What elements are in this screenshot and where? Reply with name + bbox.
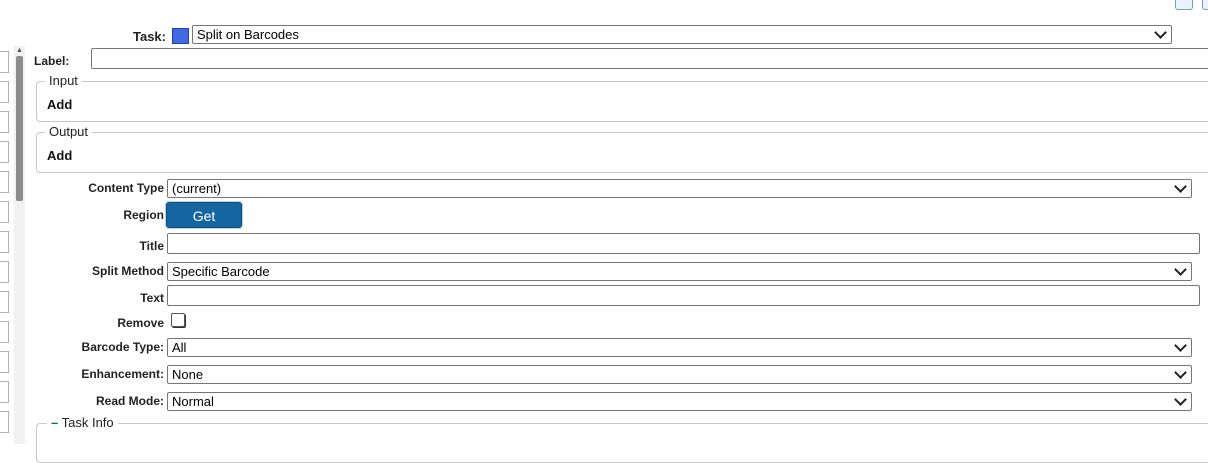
read-mode-label: Read Mode: <box>95 394 164 408</box>
read-mode-select[interactable]: Normal <box>167 392 1192 411</box>
barcode-type-value: All <box>172 340 187 355</box>
output-legend: Output <box>45 124 93 139</box>
split-method-label: Split Method <box>92 264 164 278</box>
vertical-scrollbar[interactable]: ▲ <box>14 46 25 444</box>
remove-label: Remove <box>117 316 164 330</box>
gutter-item[interactable] <box>0 81 9 103</box>
output-section: Output Add <box>36 124 1208 173</box>
label-field-label: Label: <box>34 54 70 68</box>
label-input[interactable] <box>91 48 1208 69</box>
gutter-item[interactable] <box>0 291 9 313</box>
scroll-up-arrow-icon[interactable]: ▲ <box>14 46 25 56</box>
input-add-link[interactable]: Add <box>47 97 72 112</box>
barcode-type-label: Barcode Type: <box>81 340 164 354</box>
title-input[interactable] <box>167 233 1200 254</box>
gutter-item[interactable] <box>0 381 9 403</box>
read-mode-value: Normal <box>172 394 214 409</box>
content-type-select[interactable]: (current) <box>167 179 1192 198</box>
chevron-down-icon <box>1174 339 1187 352</box>
task-select[interactable]: Split on Barcodes <box>192 25 1172 44</box>
task-label: Task: <box>133 29 166 44</box>
gutter-item[interactable] <box>0 321 9 343</box>
gutter-item[interactable] <box>0 411 9 433</box>
gutter-item[interactable] <box>0 201 9 223</box>
text-label: Text <box>140 291 164 305</box>
text-input[interactable] <box>167 285 1200 306</box>
task-color-swatch <box>172 28 189 44</box>
chevron-down-icon <box>1154 26 1167 39</box>
chevron-down-icon <box>1174 393 1187 406</box>
gutter-item[interactable] <box>0 261 9 283</box>
gutter-item[interactable] <box>0 231 9 253</box>
copy-icon[interactable] <box>1175 0 1193 10</box>
split-method-select[interactable]: Specific Barcode <box>167 262 1192 281</box>
enhancement-label: Enhancement: <box>81 367 164 381</box>
title-label: Title <box>139 239 164 253</box>
input-section: Input Add <box>36 73 1208 122</box>
chevron-down-icon <box>1174 366 1187 379</box>
gutter-item[interactable] <box>0 51 9 73</box>
gutter-item[interactable] <box>0 351 9 373</box>
task-select-value: Split on Barcodes <box>197 27 299 42</box>
task-info-legend: – Task Info <box>47 415 118 430</box>
split-method-value: Specific Barcode <box>172 264 270 279</box>
chevron-down-icon <box>1174 180 1187 193</box>
task-info-section: – Task Info <box>36 415 1208 463</box>
input-legend: Input <box>45 73 82 88</box>
get-region-button[interactable]: Get Region <box>166 202 242 248</box>
scrollbar-thumb[interactable] <box>16 56 23 201</box>
content-type-label: Content Type <box>88 181 164 195</box>
gutter-item[interactable] <box>0 171 9 193</box>
output-add-link[interactable]: Add <box>47 148 72 163</box>
region-label: Region <box>123 208 164 222</box>
content-type-value: (current) <box>172 181 222 196</box>
collapse-toggle-icon[interactable]: – <box>51 415 58 430</box>
barcode-type-select[interactable]: All <box>167 338 1192 357</box>
task-info-title: Task Info <box>61 415 114 430</box>
gutter-item[interactable] <box>0 141 9 163</box>
enhancement-value: None <box>172 367 204 382</box>
chevron-down-icon <box>1174 263 1187 276</box>
gutter-item[interactable] <box>0 111 9 133</box>
remove-checkbox[interactable] <box>171 313 185 327</box>
enhancement-select[interactable]: None <box>167 365 1192 384</box>
expand-icon[interactable] <box>1202 0 1208 10</box>
